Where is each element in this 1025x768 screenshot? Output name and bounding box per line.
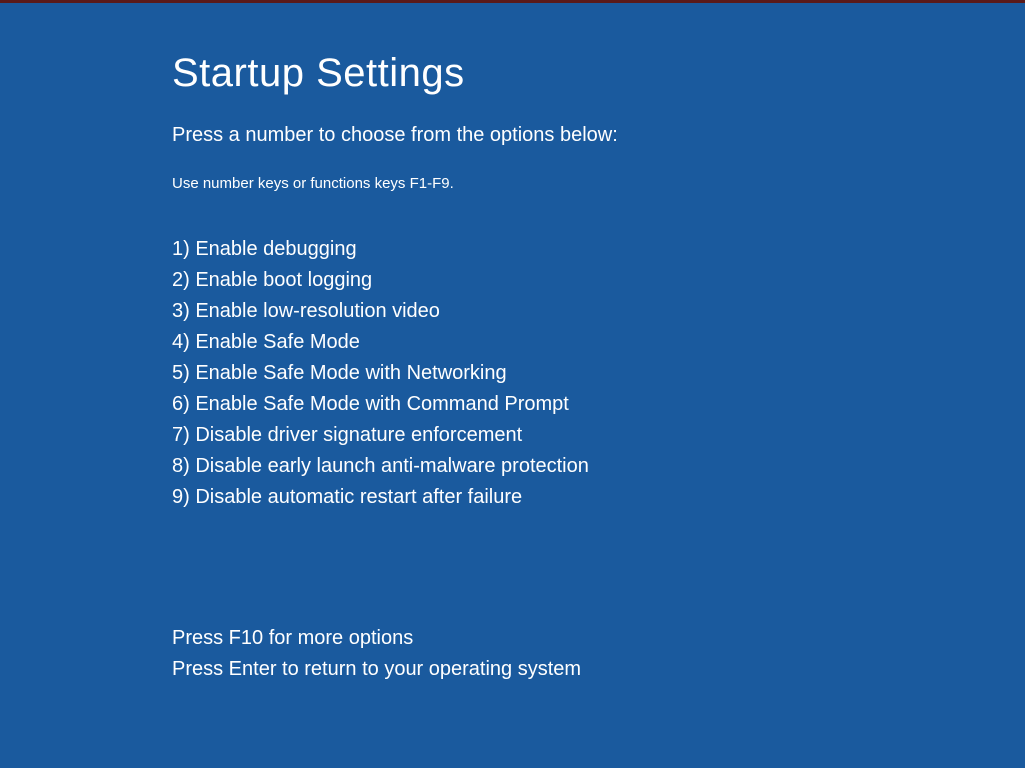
return-text: Press Enter to return to your operating … <box>172 654 1025 685</box>
options-list: 1) Enable debugging 2) Enable boot loggi… <box>172 234 1025 513</box>
option-item[interactable]: 1) Enable debugging <box>172 234 1025 265</box>
option-item[interactable]: 3) Enable low-resolution video <box>172 296 1025 327</box>
instruction-text: Press a number to choose from the option… <box>172 124 1025 147</box>
hint-text: Use number keys or functions keys F1-F9. <box>172 175 1025 192</box>
option-item[interactable]: 4) Enable Safe Mode <box>172 327 1025 358</box>
page-title: Startup Settings <box>172 51 1025 96</box>
option-item[interactable]: 9) Disable automatic restart after failu… <box>172 482 1025 513</box>
startup-settings-screen: Startup Settings Press a number to choos… <box>0 3 1025 685</box>
option-item[interactable]: 7) Disable driver signature enforcement <box>172 420 1025 451</box>
option-item[interactable]: 2) Enable boot logging <box>172 265 1025 296</box>
option-item[interactable]: 5) Enable Safe Mode with Networking <box>172 358 1025 389</box>
option-item[interactable]: 6) Enable Safe Mode with Command Prompt <box>172 389 1025 420</box>
more-options-text: Press F10 for more options <box>172 623 1025 654</box>
option-item[interactable]: 8) Disable early launch anti-malware pro… <box>172 451 1025 482</box>
